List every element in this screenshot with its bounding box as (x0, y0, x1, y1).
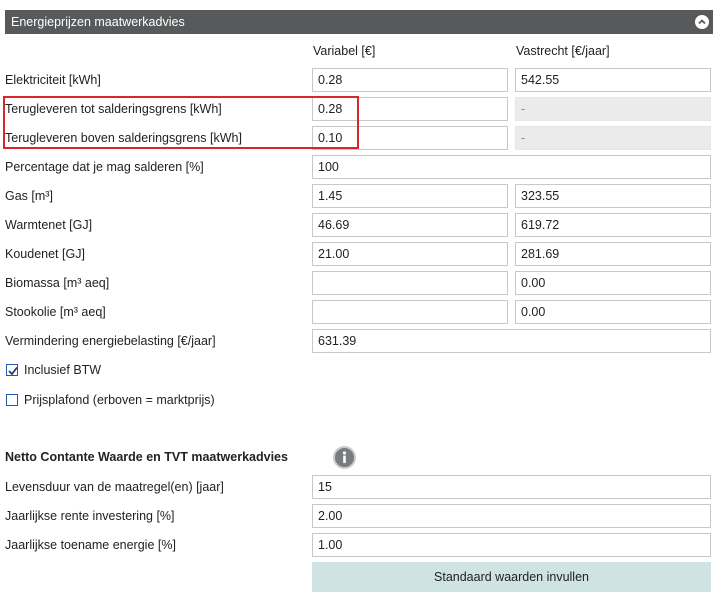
checkmark-icon (8, 366, 18, 376)
toename-energie-input[interactable] (312, 533, 711, 557)
label-rente-investering: Jaarlijkse rente investering [%] (5, 509, 175, 523)
label-koudenet: Koudenet [GJ] (5, 247, 85, 261)
standaard-waarden-button[interactable]: Standaard waarden invullen (312, 562, 711, 592)
info-icon[interactable] (333, 446, 356, 469)
prijsplafond-checkbox[interactable] (6, 394, 18, 406)
koudenet-variable-input[interactable] (312, 242, 508, 266)
label-stookolie: Stookolie [m³ aeq] (5, 305, 106, 319)
prijsplafond-checkbox-label[interactable]: Prijsplafond (erboven = marktprijs) (24, 393, 215, 407)
label-warmtenet: Warmtenet [GJ] (5, 218, 93, 232)
elektriciteit-fixed-input[interactable] (515, 68, 711, 92)
gas-fixed-input[interactable] (515, 184, 711, 208)
btw-checkbox[interactable] (6, 364, 18, 376)
percentage-salderen-input[interactable] (312, 155, 711, 179)
label-elektriciteit: Elektriciteit [kWh] (5, 73, 101, 87)
levensduur-input[interactable] (312, 475, 711, 499)
label-gas: Gas [m³] (5, 189, 53, 203)
gas-variable-input[interactable] (312, 184, 508, 208)
koudenet-fixed-input[interactable] (515, 242, 711, 266)
label-vermindering-energiebelasting: Vermindering energiebelasting [€/jaar] (5, 334, 216, 348)
column-header-variable: Variabel [€] (313, 44, 376, 58)
vermindering-energiebelasting-input[interactable] (312, 329, 711, 353)
biomassa-fixed-input[interactable] (515, 271, 711, 295)
label-percentage-salderen: Percentage dat je mag salderen [%] (5, 160, 204, 174)
warmtenet-fixed-input[interactable] (515, 213, 711, 237)
biomassa-variable-input[interactable] (312, 271, 508, 295)
label-biomassa: Biomassa [m³ aeq] (5, 276, 110, 290)
stookolie-variable-input[interactable] (312, 300, 508, 324)
column-header-fixed: Vastrecht [€/jaar] (516, 44, 610, 58)
terugleveren-tot-fixed-input (515, 97, 711, 121)
highlight-annotation (3, 96, 359, 149)
panel-header: Energieprijzen maatwerkadvies (5, 10, 713, 34)
rente-investering-input[interactable] (312, 504, 711, 528)
label-levensduur: Levensduur van de maatregel(en) [jaar] (5, 480, 224, 494)
panel-title: Energieprijzen maatwerkadvies (11, 15, 185, 29)
warmtenet-variable-input[interactable] (312, 213, 508, 237)
stookolie-fixed-input[interactable] (515, 300, 711, 324)
label-toename-energie: Jaarlijkse toename energie [%] (5, 538, 176, 552)
btw-checkbox-label[interactable]: Inclusief BTW (24, 363, 101, 377)
ncw-section-title: Netto Contante Waarde en TVT maatwerkadv… (5, 450, 288, 464)
elektriciteit-variable-input[interactable] (312, 68, 508, 92)
chevron-up-icon[interactable] (695, 15, 709, 29)
terugleveren-boven-fixed-input (515, 126, 711, 150)
